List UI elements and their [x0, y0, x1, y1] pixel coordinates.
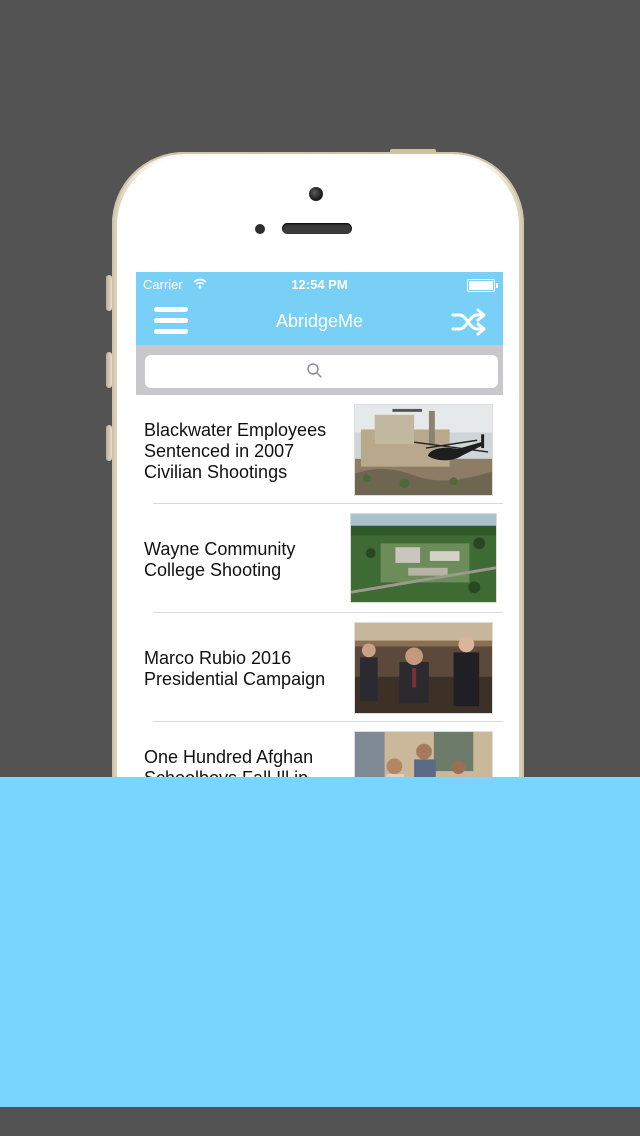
list-item[interactable]: One Hundred Afghan Schoolboys Fall Ill i…	[136, 722, 503, 778]
list-item[interactable]: Blackwater Employees Sentenced in 2007 C…	[136, 395, 503, 504]
search-icon	[307, 363, 322, 378]
navigation-bar: AbridgeMe	[136, 297, 503, 345]
search-bar	[136, 345, 503, 395]
afghan-schoolboys-thumbnail	[354, 731, 493, 778]
status-bar: Carrier 12:54 PM	[136, 272, 503, 297]
app-title: AbridgeMe	[275, 311, 364, 331]
app-screen: Carrier 12:54 PM AbridgeMe Blackwater Em…	[136, 272, 503, 778]
article-title: Wayne Community College Shooting	[144, 539, 296, 580]
battery-icon	[467, 279, 498, 292]
front-camera	[309, 187, 323, 201]
list-item[interactable]: Wayne Community College Shooting	[136, 504, 503, 613]
senate-chamber-thumbnail	[354, 622, 493, 714]
shuffle-icon[interactable]	[451, 308, 487, 336]
proximity-sensor	[255, 224, 265, 234]
status-time: 12:54 PM	[291, 277, 348, 292]
article-title: Blackwater Employees Sentenced in 2007 C…	[144, 420, 327, 482]
earpiece-speaker	[282, 223, 352, 234]
article-title: One Hundred Afghan Schoolboys Fall Ill i…	[144, 747, 314, 778]
list-item[interactable]: Marco Rubio 2016 Presidential Campaign	[136, 613, 503, 722]
campus-aerial-thumbnail	[350, 513, 497, 603]
helicopter-thumbnail	[354, 404, 493, 496]
article-title: Marco Rubio 2016 Presidential Campaign	[144, 648, 326, 689]
article-list: Blackwater Employees Sentenced in 2007 C…	[136, 395, 503, 778]
bottom-overlay-panel	[0, 777, 640, 1107]
